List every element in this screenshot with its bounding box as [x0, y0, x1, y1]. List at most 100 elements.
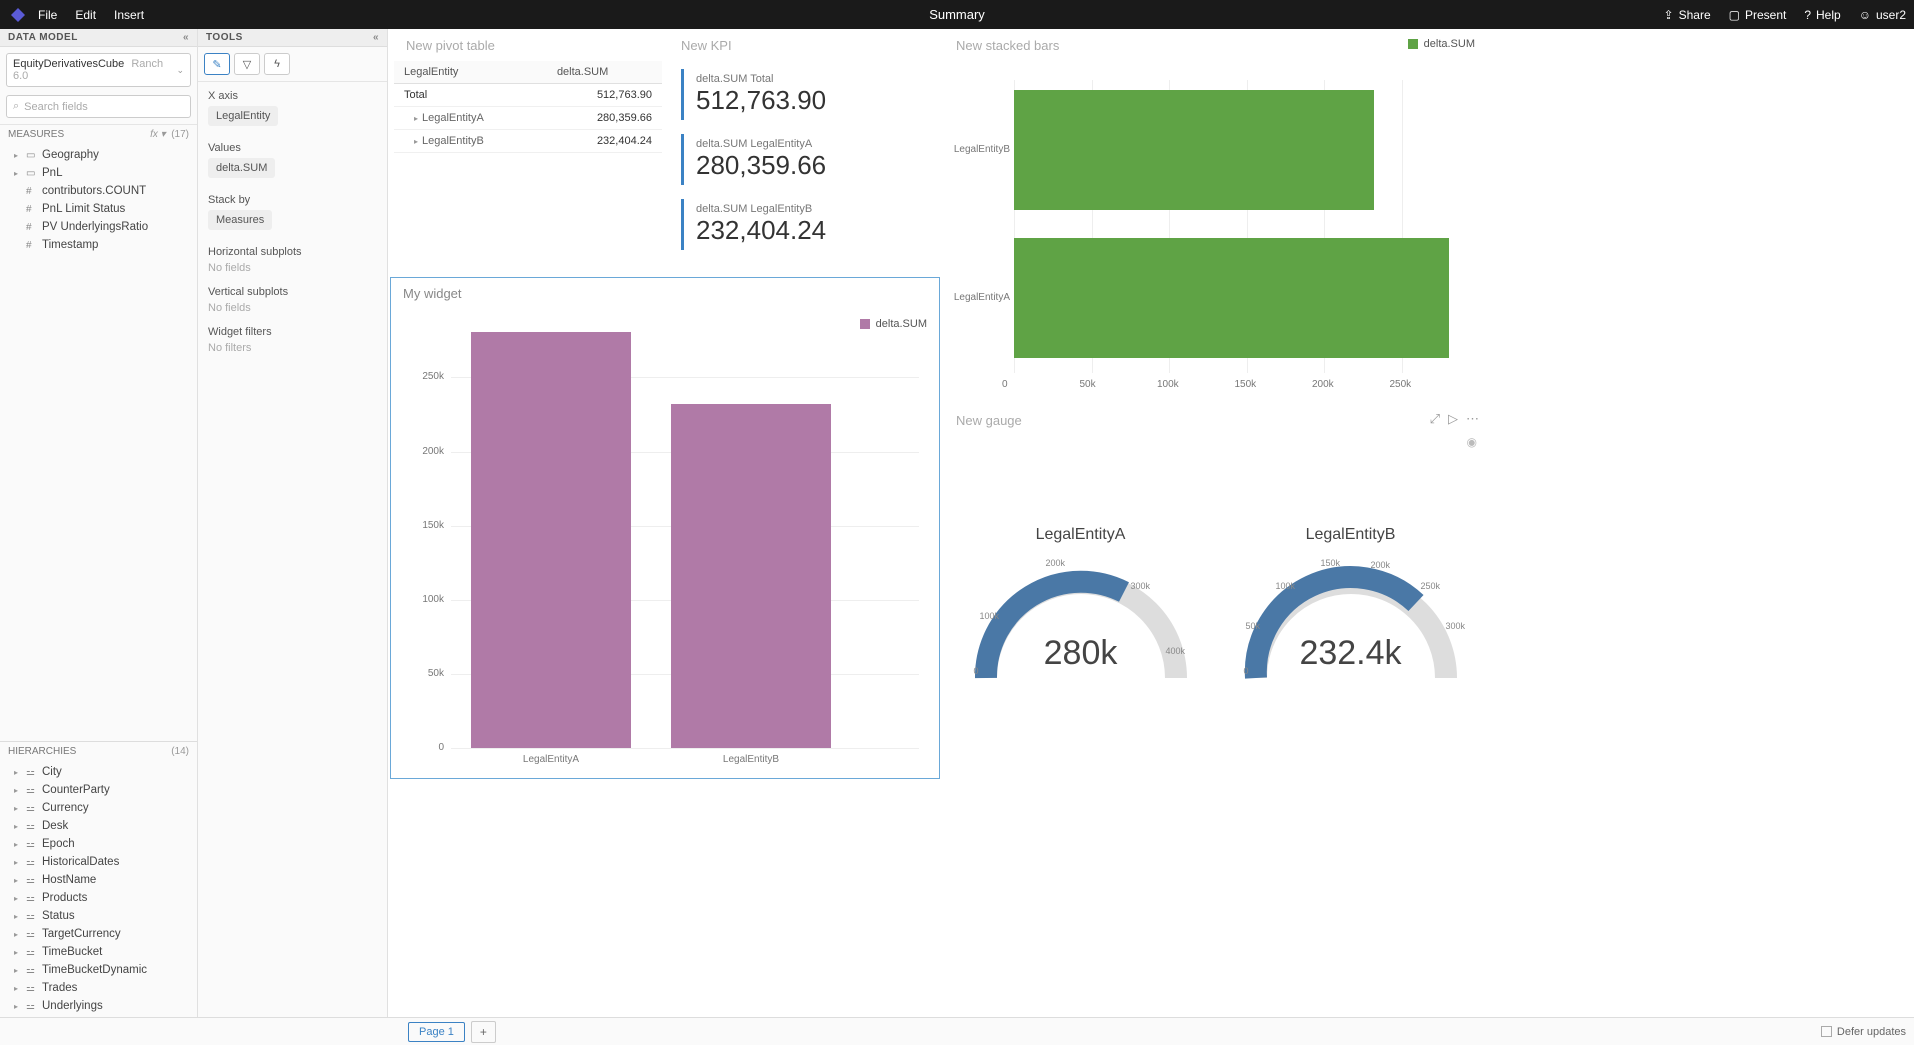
gauge-a: LegalEntityA 280k 0 100k 200k 300k 400k [966, 526, 1196, 686]
measure-item[interactable]: #PnL Limit Status [4, 200, 193, 218]
hierarchy-item[interactable]: ▸⚍Status [4, 907, 193, 925]
hierarchy-item[interactable]: ▸⚍CounterParty [4, 781, 193, 799]
hierarchy-icon: ⚍ [26, 965, 38, 976]
gauge-b: LegalEntityB 232.4k 0 50k 100k 150k 200k… [1236, 526, 1466, 686]
stack-chip[interactable]: Measures [208, 210, 272, 230]
values-label: Values [208, 142, 377, 154]
tools-panel: TOOLS « ✎ ▽ ϟ X axis LegalEntity Values … [198, 29, 388, 1017]
hierarchy-item[interactable]: ▸⚍Desk [4, 817, 193, 835]
hierarchy-icon: ⚍ [26, 839, 38, 850]
query-tool-icon[interactable]: ϟ [264, 53, 290, 75]
hierarchy-item[interactable]: ▸⚍TargetCurrency [4, 925, 193, 943]
data-model-panel: DATA MODEL « EquityDerivativesCube Ranch… [0, 29, 198, 1017]
hierarchy-icon: ⚍ [26, 893, 38, 904]
measures-folder[interactable]: ▸▭Geography [4, 146, 193, 164]
hierarchy-item[interactable]: ▸⚍HistoricalDates [4, 853, 193, 871]
chart-bar[interactable] [1014, 238, 1449, 358]
hierarchy-icon: ⚍ [26, 821, 38, 832]
measure-item[interactable]: #contributors.COUNT [4, 182, 193, 200]
tools-header: TOOLS [206, 32, 243, 43]
chart-legend: delta.SUM [1408, 38, 1475, 50]
hierarchy-item[interactable]: ▸⚍Epoch [4, 835, 193, 853]
measure-item[interactable]: #PV UnderlyingsRatio [4, 218, 193, 236]
folder-icon: ▭ [26, 168, 38, 179]
play-icon[interactable]: ▷ [1448, 411, 1458, 427]
search-icon: ⌕ [13, 100, 19, 113]
empty-text: No filters [208, 342, 377, 354]
cube-selector[interactable]: EquityDerivativesCube Ranch 6.0 ⌄ [6, 53, 191, 87]
hierarchies-header: HIERARCHIES [8, 746, 76, 757]
menu-insert[interactable]: Insert [114, 8, 144, 22]
search-input[interactable]: ⌕ Search fields [6, 95, 191, 118]
hierarchy-item[interactable]: ▸⚍Products [4, 889, 193, 907]
collapse-icon[interactable]: « [183, 32, 189, 43]
widget-title: New pivot table [394, 30, 662, 61]
pivot-col-header[interactable]: LegalEntity [394, 61, 547, 84]
hierarchy-icon: ⚍ [26, 857, 38, 868]
hierarchy-item[interactable]: ▸⚍Underlyings [4, 997, 193, 1015]
empty-text: No fields [208, 302, 377, 314]
hierarchy-icon: ⚍ [26, 947, 38, 958]
checkbox-icon[interactable] [1821, 1026, 1832, 1037]
hierarchy-item[interactable]: ▸⚍Trades [4, 979, 193, 997]
pivot-col-header[interactable]: delta.SUM [547, 61, 662, 84]
table-row[interactable]: Total512,763.90 [394, 84, 662, 107]
expand-icon[interactable]: ▸ [414, 114, 418, 123]
values-chip[interactable]: delta.SUM [208, 158, 275, 178]
my-widget-bar-chart[interactable]: My widget delta.SUM 050k100k150k200k250k… [390, 277, 940, 779]
help-button[interactable]: ?Help [1804, 8, 1840, 22]
app-logo-icon [8, 5, 28, 25]
hierarchy-item[interactable]: ▸⚍Currency [4, 799, 193, 817]
present-button[interactable]: ▢Present [1729, 8, 1787, 22]
hierarchy-icon: ⚍ [26, 1001, 38, 1012]
measures-folder[interactable]: ▸▭PnL [4, 164, 193, 182]
expand-icon[interactable]: ▸ [414, 137, 418, 146]
table-row[interactable]: ▸LegalEntityA280,359.66 [394, 107, 662, 130]
hierarchy-icon: ⚍ [26, 929, 38, 940]
widget-title: New KPI [669, 30, 937, 61]
hierarchy-icon: ⚍ [26, 911, 38, 922]
hierarchy-icon: ⚍ [26, 875, 38, 886]
defer-updates-toggle[interactable]: Defer updates [1821, 1026, 1906, 1038]
hierarchy-icon: ⚍ [26, 767, 38, 778]
chart-bar[interactable] [471, 332, 631, 748]
hierarchy-item[interactable]: ▸⚍HostName [4, 871, 193, 889]
user-button[interactable]: ☺user2 [1859, 8, 1906, 22]
pivot-table-widget[interactable]: New pivot table LegalEntitydelta.SUM Tot… [393, 29, 663, 274]
widget-title: My widget [391, 278, 939, 309]
empty-text: No fields [208, 262, 377, 274]
page-tab[interactable]: Page 1 [408, 1022, 465, 1042]
more-icon[interactable]: ⋯ [1466, 411, 1479, 427]
chart-bar[interactable] [1014, 90, 1374, 210]
share-button[interactable]: ⇪Share [1664, 8, 1711, 22]
hierarchy-item[interactable]: ▸⚍TimeBucketDynamic [4, 961, 193, 979]
measure-item[interactable]: #Timestamp [4, 236, 193, 254]
table-row[interactable]: ▸LegalEntityB232,404.24 [394, 130, 662, 153]
add-page-button[interactable]: + [471, 1021, 496, 1043]
stacked-bars-widget[interactable]: New stacked bars delta.SUM 050k100k150k2… [943, 29, 1488, 399]
kpi-item: delta.SUM LegalEntityA 280,359.66 [681, 134, 937, 185]
present-icon: ▢ [1729, 8, 1740, 22]
menu-file[interactable]: File [38, 8, 57, 22]
gauge-widget[interactable]: New gauge ⤢ ▷ ⋯ ◉ LegalEntityA 280k 0 10… [943, 404, 1488, 779]
hierarchy-icon: ⚍ [26, 785, 38, 796]
page-title: Summary [929, 7, 985, 22]
chart-bar[interactable] [671, 404, 831, 748]
chart-legend: delta.SUM [860, 318, 927, 330]
data-model-header: DATA MODEL [8, 32, 78, 43]
hierarchy-item[interactable]: ▸⚍TimeBucket [4, 943, 193, 961]
user-icon: ☺ [1859, 8, 1871, 22]
filter-tool-icon[interactable]: ▽ [234, 53, 260, 75]
xaxis-label: X axis [208, 90, 377, 102]
stack-label: Stack by [208, 194, 377, 206]
measures-header: MEASURES [8, 129, 64, 140]
edit-tool-icon[interactable]: ✎ [204, 53, 230, 75]
collapse-icon[interactable]: « [373, 32, 379, 43]
camera-icon[interactable]: ◉ [1467, 435, 1477, 449]
kpi-widget[interactable]: New KPI delta.SUM Total 512,763.90 delta… [668, 29, 938, 274]
expand-icon[interactable]: ⤢ [1430, 411, 1440, 427]
dashboard-canvas[interactable]: New pivot table LegalEntitydelta.SUM Tot… [388, 29, 1914, 1017]
menu-edit[interactable]: Edit [75, 8, 96, 22]
xaxis-chip[interactable]: LegalEntity [208, 106, 278, 126]
hierarchy-item[interactable]: ▸⚍City [4, 763, 193, 781]
